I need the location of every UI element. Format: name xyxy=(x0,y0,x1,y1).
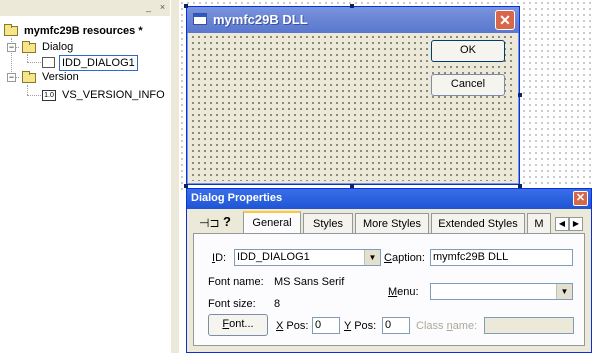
chevron-down-icon[interactable]: ▼ xyxy=(556,284,572,299)
close-pane-button[interactable]: × xyxy=(157,2,168,13)
close-icon[interactable]: ✕ xyxy=(573,191,588,206)
xpos-field[interactable]: 0 xyxy=(312,317,340,334)
tree-root[interactable]: mymfc29B resources * xyxy=(4,24,143,38)
tree-connector xyxy=(27,85,28,95)
id-value: IDD_DIALOG1 xyxy=(237,251,310,263)
font-button[interactable]: Font... xyxy=(208,314,268,336)
version-resource-icon: 1.0 xyxy=(42,90,56,101)
tree-item-idd-dialog1[interactable]: IDD_DIALOG1 xyxy=(42,55,138,71)
tree-item-dialog[interactable]: Dialog xyxy=(22,40,73,54)
id-label: ID: xyxy=(212,252,227,264)
caption-label: Caption: xyxy=(384,252,425,264)
resize-handle[interactable] xyxy=(184,4,188,8)
tab-scroll-buttons: ◀ ▶ xyxy=(555,217,585,232)
tree-item-label: VS_VERSION_INFO xyxy=(62,89,165,101)
tab-styles[interactable]: Styles xyxy=(303,213,353,233)
ypos-label: Y Pos: xyxy=(344,320,377,332)
folder-icon xyxy=(22,71,36,83)
dialog-preview[interactable]: mymfc29B DLL ✕ OK Cancel xyxy=(186,6,520,185)
font-name-label: Font name: xyxy=(208,276,264,288)
resource-tree-pane: _ × mymfc29B resources * − Dialog IDD_DI… xyxy=(0,0,170,353)
tree-pane-toolbar: _ × xyxy=(0,0,170,16)
class-name-label: Class name: xyxy=(416,320,478,332)
font-name-value: MS Sans Serif xyxy=(274,276,345,288)
xpos-label: X Pos: xyxy=(276,320,309,332)
ok-button[interactable]: OK xyxy=(431,40,505,62)
id-combobox[interactable]: IDD_DIALOG1 ▼ xyxy=(234,249,381,266)
font-size-label: Font size: xyxy=(208,298,256,310)
dialog-preview-client[interactable]: OK Cancel xyxy=(190,34,516,181)
tree-root-label: mymfc29B resources * xyxy=(24,25,143,37)
tree-item-vs-version-info[interactable]: 1.0 VS_VERSION_INFO xyxy=(42,88,165,102)
general-tab-panel: ID: IDD_DIALOG1 ▼ Caption: mymfc29B DLL … xyxy=(193,233,585,346)
properties-titlebar[interactable]: Dialog Properties ✕ xyxy=(187,189,591,209)
tree-item-label: Dialog xyxy=(42,41,74,53)
tab-scroll-right-button[interactable]: ▶ xyxy=(569,217,583,231)
collapse-dialog-toggle[interactable]: − xyxy=(7,43,16,52)
tree-item-label: Version xyxy=(42,71,79,83)
tab-general[interactable]: General xyxy=(243,211,301,233)
pin-icon[interactable]: ⊣⊐ xyxy=(199,216,220,230)
caption-field[interactable]: mymfc29B DLL xyxy=(430,249,573,266)
folder-icon xyxy=(22,41,36,53)
tree-item-version[interactable]: Version xyxy=(22,70,79,84)
tab-more-styles[interactable]: More Styles xyxy=(355,213,429,233)
dialog-preview-title: mymfc29B DLL xyxy=(213,12,308,27)
tab-more[interactable]: M xyxy=(527,213,551,233)
ypos-field[interactable]: 0 xyxy=(382,317,410,334)
tab-scroll-left-button[interactable]: ◀ xyxy=(555,217,569,231)
resize-handle[interactable] xyxy=(518,93,522,97)
collapse-version-toggle[interactable]: − xyxy=(7,73,16,82)
cancel-button[interactable]: Cancel xyxy=(431,74,505,96)
tree-connector xyxy=(27,62,41,63)
menu-label: Menu: xyxy=(388,286,419,298)
close-icon[interactable]: ✕ xyxy=(495,10,515,30)
class-name-field xyxy=(484,317,574,334)
tree-item-label: IDD_DIALOG1 xyxy=(59,55,138,71)
help-icon[interactable]: ? xyxy=(223,214,231,229)
ypos-value: 0 xyxy=(385,319,392,331)
dialog-preview-titlebar[interactable]: mymfc29B DLL ✕ xyxy=(187,7,519,33)
chevron-down-icon[interactable]: ▼ xyxy=(364,250,380,265)
tree-connector xyxy=(27,54,28,62)
tree-connector xyxy=(27,95,41,96)
caption-value: mymfc29B DLL xyxy=(433,251,509,263)
dialog-properties-window: Dialog Properties ✕ ⊣⊐ ? General Styles … xyxy=(186,188,592,353)
xpos-value: 0 xyxy=(315,319,322,331)
properties-title: Dialog Properties xyxy=(191,192,283,204)
window-icon xyxy=(193,13,207,25)
resize-handle[interactable] xyxy=(350,4,354,8)
minimize-pane-button[interactable]: _ xyxy=(143,2,154,13)
folder-icon xyxy=(4,24,18,36)
dialog-resource-icon xyxy=(42,57,55,68)
tab-extended-styles[interactable]: Extended Styles xyxy=(431,213,525,233)
menu-combobox[interactable]: ▼ xyxy=(430,283,573,300)
font-size-value: 8 xyxy=(274,298,281,310)
